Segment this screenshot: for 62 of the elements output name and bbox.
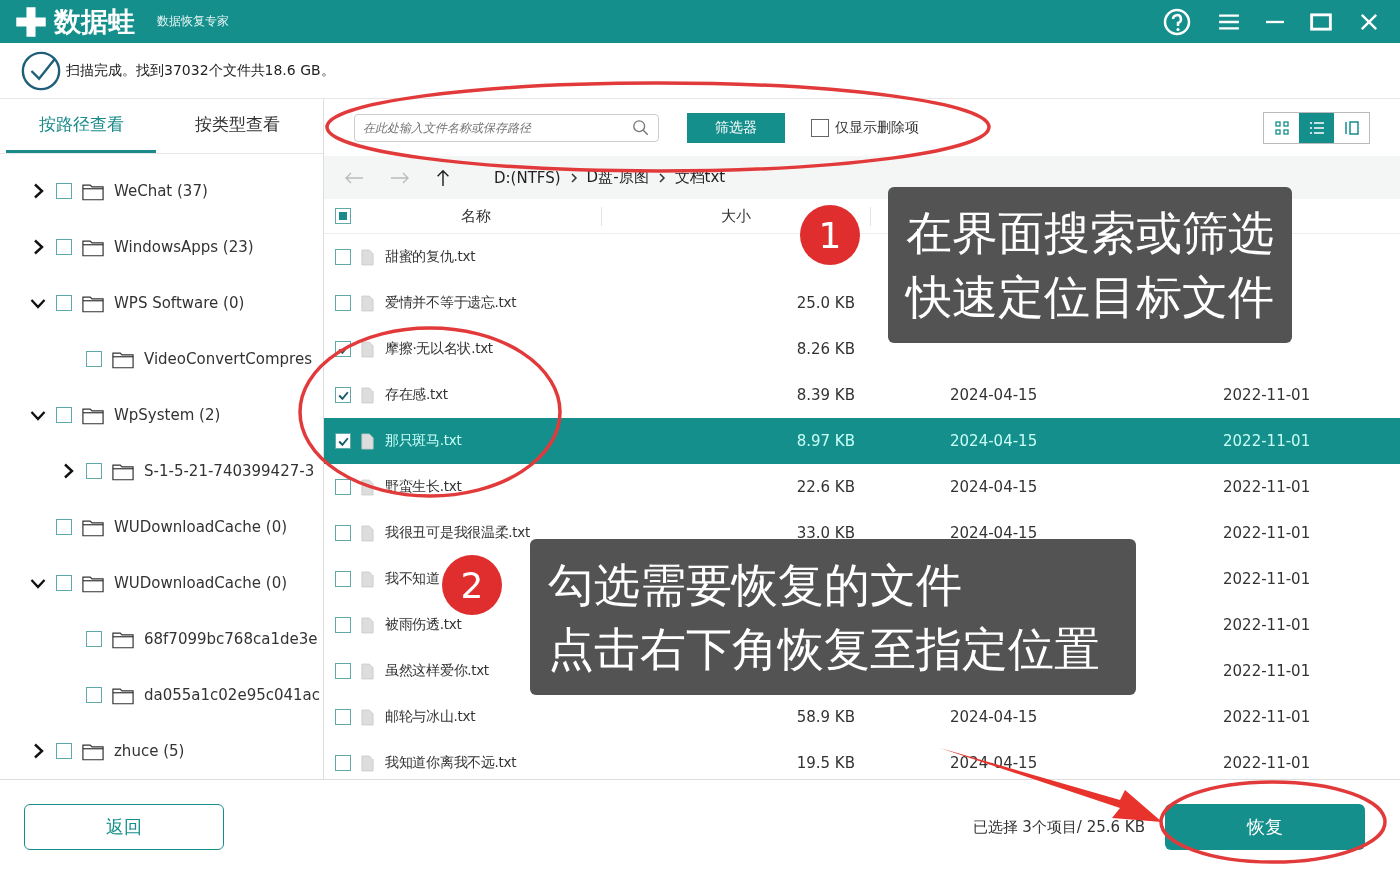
created-date: 2022-11-01 (1223, 386, 1311, 404)
file-name: 邮轮与冰山.txt (385, 708, 476, 726)
file-size: 33.0 KB (796, 524, 855, 542)
created-date: 2022-11-01 (1223, 478, 1311, 496)
recover-button[interactable]: 恢复 (1165, 804, 1365, 850)
created-date: 2022-11-01 (1223, 570, 1311, 588)
file-size: 8.39 KB (796, 386, 855, 404)
file-name: 摩擦·无以名状.txt (385, 340, 493, 358)
file-size: 8.97 KB (796, 432, 855, 450)
file-name: 甜蜜的复仇.txt (385, 248, 476, 266)
created-date: 2022-11-01 (1223, 754, 1311, 772)
file-name: 虽然这样爱你.txt (385, 662, 489, 680)
column-header[interactable]: 名称 (351, 206, 602, 226)
file-name: 我知道你离我不远.txt (385, 754, 517, 772)
app-name: 数据蛙 (54, 4, 135, 39)
file-size: 58.9 KB (796, 708, 855, 726)
folder-name[interactable]: WindowsApps (23) (114, 238, 254, 256)
file-name: 存在感.txt (385, 386, 448, 404)
modified-date: 2024-04-15 (950, 478, 1038, 496)
folder-name[interactable]: 68f7099bc768ca1de3e (144, 630, 318, 648)
file-size: 25.0 KB (796, 294, 855, 312)
selected-row[interactable]: 那只斑马.txt 8.97 KB 2024-04-15 2022-11-01 (324, 418, 1400, 464)
search-field[interactable]: 在此处输入文件名称或保存路径 (354, 113, 659, 142)
modified-date: 2024-04-15 (950, 386, 1038, 404)
callout-text: 快速定位目标文件 (906, 269, 1274, 326)
modified-date: 2024-04-15 (950, 432, 1038, 450)
filter-button[interactable]: 筛选器 (687, 112, 785, 143)
modified-date: 2024-04-15 (950, 708, 1038, 726)
breadcrumb-item[interactable]: D:(NTFS) (494, 168, 561, 187)
file-size: 22.6 KB (796, 478, 855, 496)
view-tab[interactable]: 按路径查看 (6, 99, 156, 153)
folder-name[interactable]: VideoConvertCompres (144, 350, 312, 368)
callout-text: 在界面搜索或筛选 (906, 205, 1274, 262)
file-name: 被雨伤透.txt (385, 616, 462, 634)
back-button[interactable]: 返回 (24, 804, 224, 850)
folder-name[interactable]: WPS Software (0) (114, 294, 245, 312)
folder-name[interactable]: zhuce (5) (114, 742, 185, 760)
file-name: 那只斑马.txt (385, 432, 462, 450)
file-size: 8.26 KB (796, 340, 855, 358)
view-tab[interactable]: 按类型查看 (162, 99, 312, 153)
file-name: 我不知道 (385, 570, 440, 588)
callout-text: 点击右下角恢复至指定位置 (548, 621, 1100, 678)
selection-summary: 已选择 3个项目/ 25.6 KB (972, 817, 1145, 837)
app-subtitle: 数据恢复专家 (157, 13, 229, 30)
scan-status: 扫描完成。找到37032个文件共18.6 GB。 (66, 61, 335, 80)
created-date: 2022-11-01 (1223, 708, 1311, 726)
file-size: 19.5 KB (796, 754, 855, 772)
folder-name[interactable]: WeChat (37) (114, 182, 208, 200)
created-date: 2022-11-01 (1223, 662, 1311, 680)
created-date: 2022-11-01 (1223, 616, 1311, 634)
file-name: 我很丑可是我很温柔.txt (385, 524, 530, 542)
checkbox-label: 仅显示删除项 (835, 118, 919, 137)
folder-name[interactable]: WUDownloadCache (0) (114, 518, 288, 536)
folder-name[interactable]: WUDownloadCache (0) (114, 574, 288, 592)
folder-name[interactable]: da055a1c02e95c041ac (144, 686, 321, 704)
folder-name[interactable]: WpSystem (2) (114, 406, 221, 424)
modified-date: 2024-04-15 (950, 524, 1038, 542)
file-name: 爱情并不等于遗忘.txt (385, 294, 517, 312)
created-date: 2022-11-01 (1223, 432, 1311, 450)
callout-text: 勾选需要恢复的文件 (548, 557, 963, 614)
folder-name[interactable]: S-1-5-21-740399427-3 (144, 462, 315, 480)
created-date: 2022-11-01 (1223, 524, 1311, 542)
